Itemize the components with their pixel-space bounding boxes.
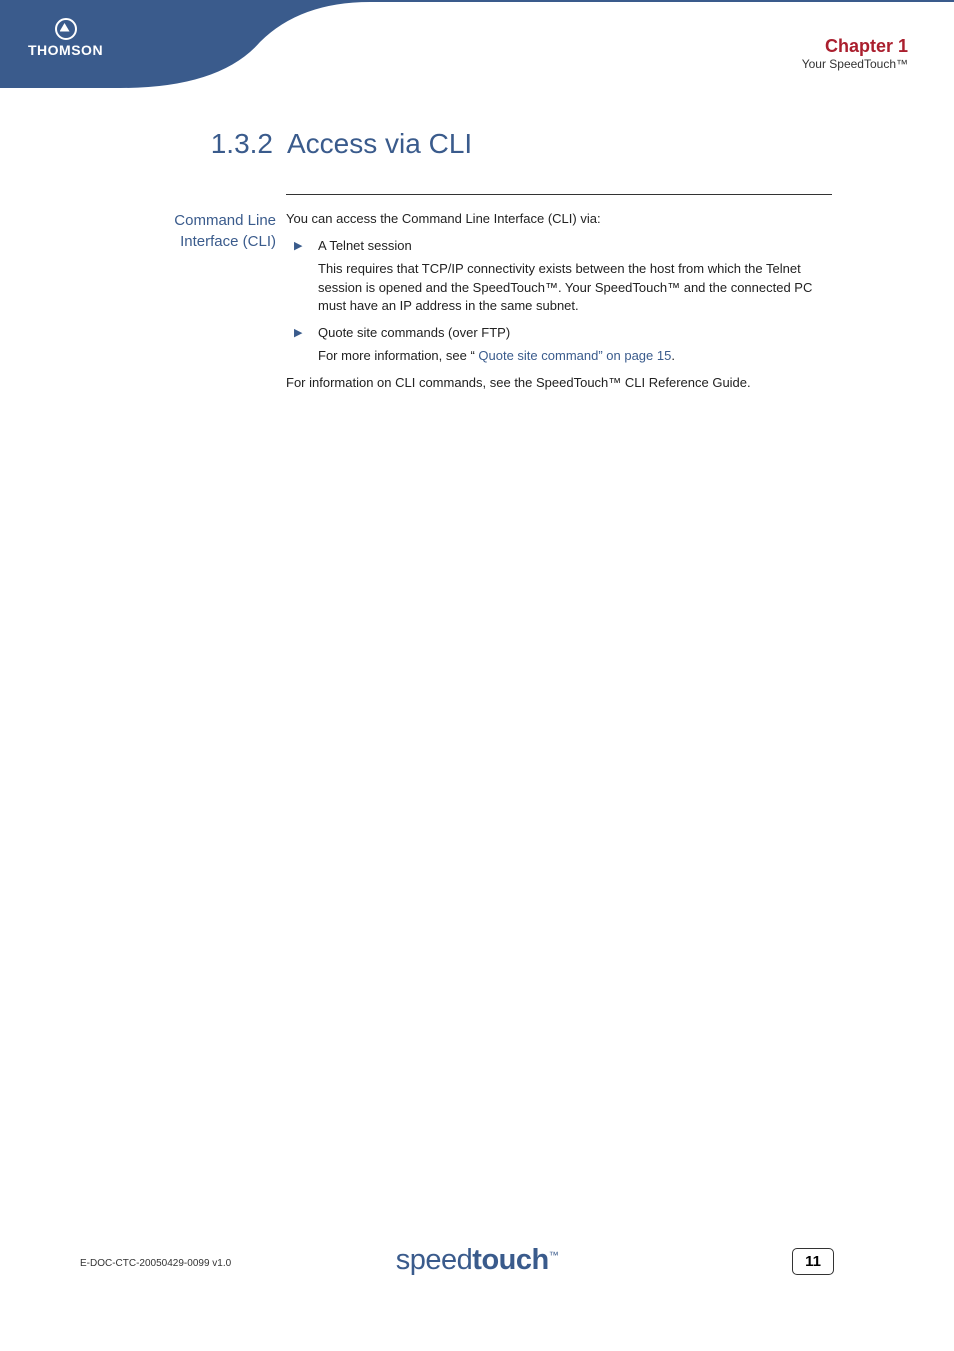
logo-tm: ™ <box>549 1250 559 1261</box>
bullet-label: A Telnet session <box>318 237 832 256</box>
bullet-label: Quote site commands (over FTP) <box>318 324 832 343</box>
section-number: 1.3.2 <box>195 128 273 160</box>
thomson-logo-icon <box>55 18 77 40</box>
chapter-title: Chapter 1 <box>802 36 908 57</box>
body-content: You can access the Command Line Interfac… <box>286 210 832 401</box>
thomson-logo: THOMSON <box>28 18 103 58</box>
cross-reference-link[interactable]: Quote site command” on page 15 <box>475 348 672 363</box>
link-prefix: For more information, see “ <box>318 348 475 363</box>
bullet-item: ▶ A Telnet session <box>286 237 832 256</box>
document-id: E-DOC-CTC-20050429-0099 v1.0 <box>80 1258 231 1269</box>
intro-text: You can access the Command Line Interfac… <box>286 210 832 229</box>
sidebar-label: Command Line Interface (CLI) <box>120 210 276 252</box>
bullet-item: ▶ Quote site commands (over FTP) <box>286 324 832 343</box>
footer: E-DOC-CTC-20050429-0099 v1.0 speedtouch™… <box>0 1231 954 1281</box>
thomson-logo-text: THOMSON <box>28 42 103 58</box>
logo-part-bold: touch <box>472 1244 548 1276</box>
chapter-subtitle: Your SpeedTouch™ <box>802 57 908 71</box>
logo-part-light: speed <box>396 1244 473 1276</box>
link-suffix: . <box>671 348 675 363</box>
speedtouch-logo: speedtouch™ <box>396 1244 558 1277</box>
outro-text: For information on CLI commands, see the… <box>286 374 832 393</box>
bullet-icon: ▶ <box>286 324 318 342</box>
section-heading: 1.3.2 Access via CLI <box>195 128 472 160</box>
section-title: Access via CLI <box>287 128 472 159</box>
bullet-description: This requires that TCP/IP connectivity e… <box>318 260 832 317</box>
page-number: 11 <box>792 1248 834 1275</box>
bullet-icon: ▶ <box>286 237 318 255</box>
bullet-description: For more information, see “ Quote site c… <box>318 347 832 366</box>
header-right: Chapter 1 Your SpeedTouch™ <box>802 36 908 71</box>
horizontal-rule <box>286 194 832 195</box>
